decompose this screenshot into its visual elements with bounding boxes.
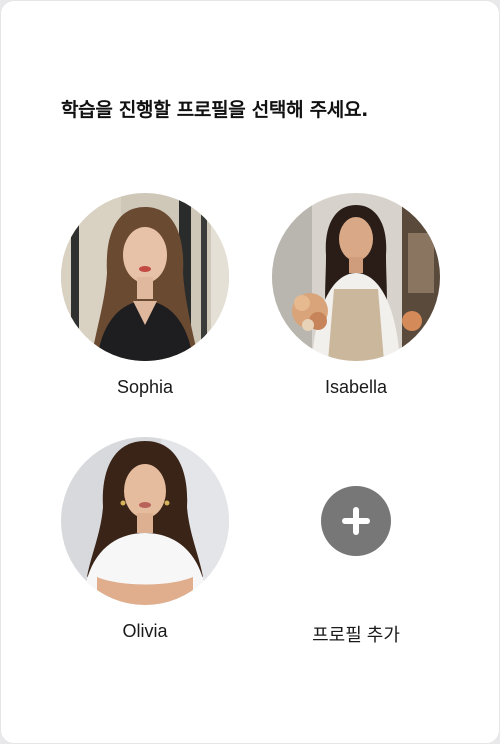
profile-name: Olivia (122, 621, 168, 641)
page-title: 학습을 진행할 프로필을 선택해 주세요. (61, 99, 369, 121)
add-profile-area (272, 437, 440, 605)
profile-select-screen: 학습을 진행할 프로필을 선택해 주세요. Sophia Isabella Ol… (0, 0, 500, 744)
add-profile-label: 프로필 추가 (312, 625, 400, 645)
avatar (272, 193, 440, 361)
plus-icon[interactable] (321, 486, 391, 556)
avatar (61, 193, 229, 361)
profile-name: Sophia (116, 377, 174, 397)
profile-card-sophia[interactable]: Sophia (60, 193, 230, 423)
profile-card-isabella[interactable]: Isabella (271, 193, 441, 423)
add-profile-button[interactable]: 프로필 추가 (271, 437, 441, 667)
profile-card-olivia[interactable]: Olivia (60, 437, 230, 667)
profile-name: Isabella (324, 377, 388, 397)
avatar (61, 437, 229, 605)
